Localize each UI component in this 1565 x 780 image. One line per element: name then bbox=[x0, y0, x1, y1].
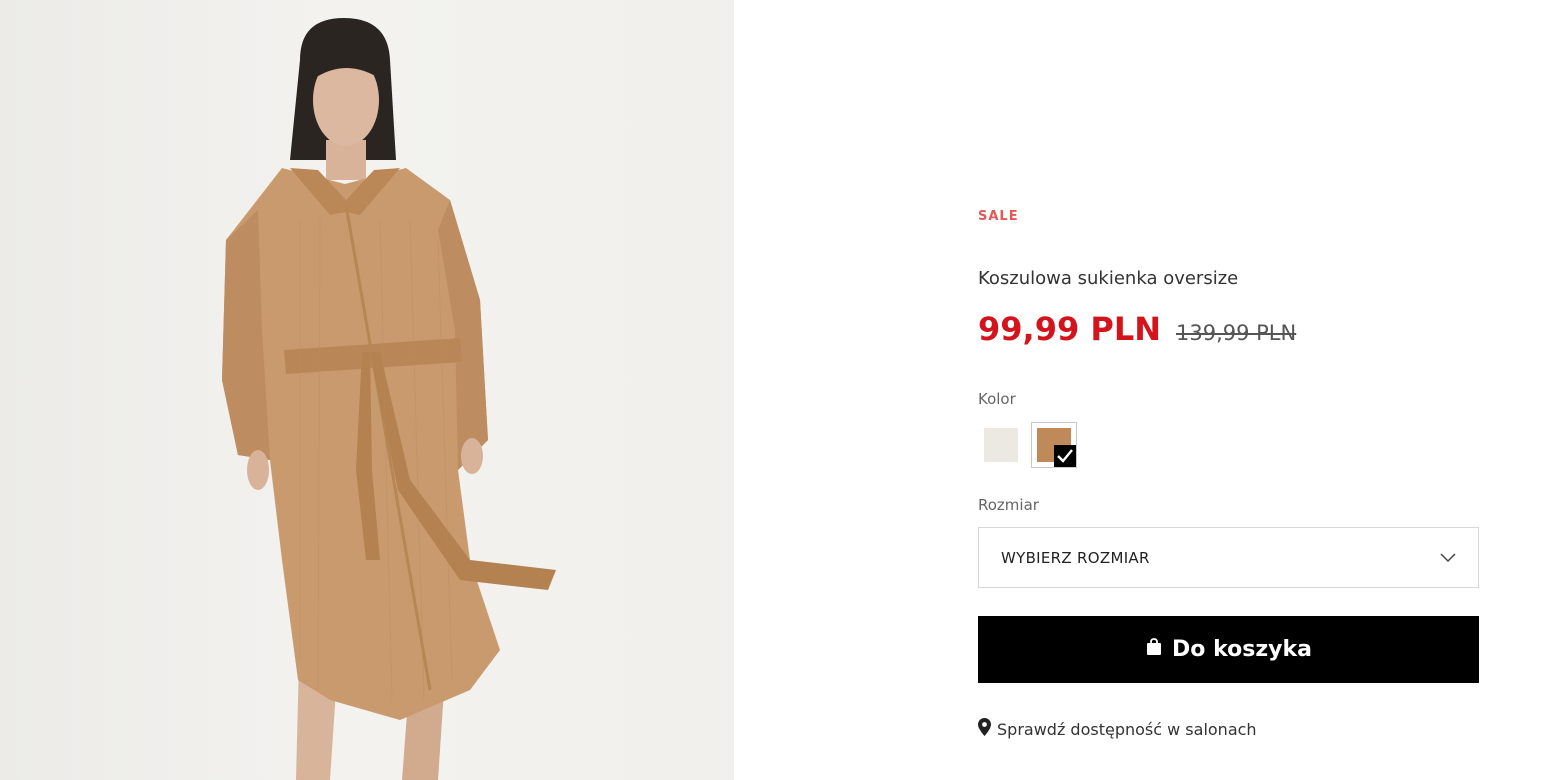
size-dropdown[interactable]: WYBIERZ ROZMIAR bbox=[978, 527, 1479, 588]
color-swatch-camel[interactable] bbox=[1031, 422, 1077, 468]
color-swatches bbox=[978, 422, 1077, 468]
model-illustration bbox=[222, 18, 556, 780]
location-pin-icon bbox=[978, 718, 991, 740]
product-info: SALE Koszulowa sukienka oversize 99,99 P… bbox=[978, 0, 1479, 780]
size-label: Rozmiar bbox=[978, 496, 1039, 514]
original-price: 139,99 PLN bbox=[1175, 321, 1297, 345]
chevron-down-icon bbox=[1440, 548, 1456, 567]
size-dropdown-value: WYBIERZ ROZMIAR bbox=[1001, 548, 1150, 567]
price-row: 99,99 PLN 139,99 PLN bbox=[978, 310, 1296, 348]
product-photo[interactable] bbox=[0, 0, 734, 780]
sale-price: 99,99 PLN bbox=[978, 310, 1161, 348]
check-store-availability-label: Sprawdź dostępność w salonach bbox=[997, 719, 1257, 739]
add-to-cart-button[interactable]: Do koszyka bbox=[978, 616, 1479, 683]
color-label: Kolor bbox=[978, 390, 1016, 408]
color-swatch-white[interactable] bbox=[978, 422, 1024, 468]
add-to-cart-label: Do koszyka bbox=[1172, 637, 1312, 662]
product-title: Koszulowa sukienka oversize bbox=[978, 268, 1239, 289]
checkmark-icon bbox=[1054, 445, 1076, 467]
shopping-bag-icon bbox=[1145, 637, 1163, 662]
sale-badge: SALE bbox=[978, 209, 1019, 224]
white-swatch bbox=[984, 428, 1018, 462]
product-page: SALE Koszulowa sukienka oversize 99,99 P… bbox=[0, 0, 1565, 780]
check-store-availability-link[interactable]: Sprawdź dostępność w salonach bbox=[978, 718, 1257, 740]
